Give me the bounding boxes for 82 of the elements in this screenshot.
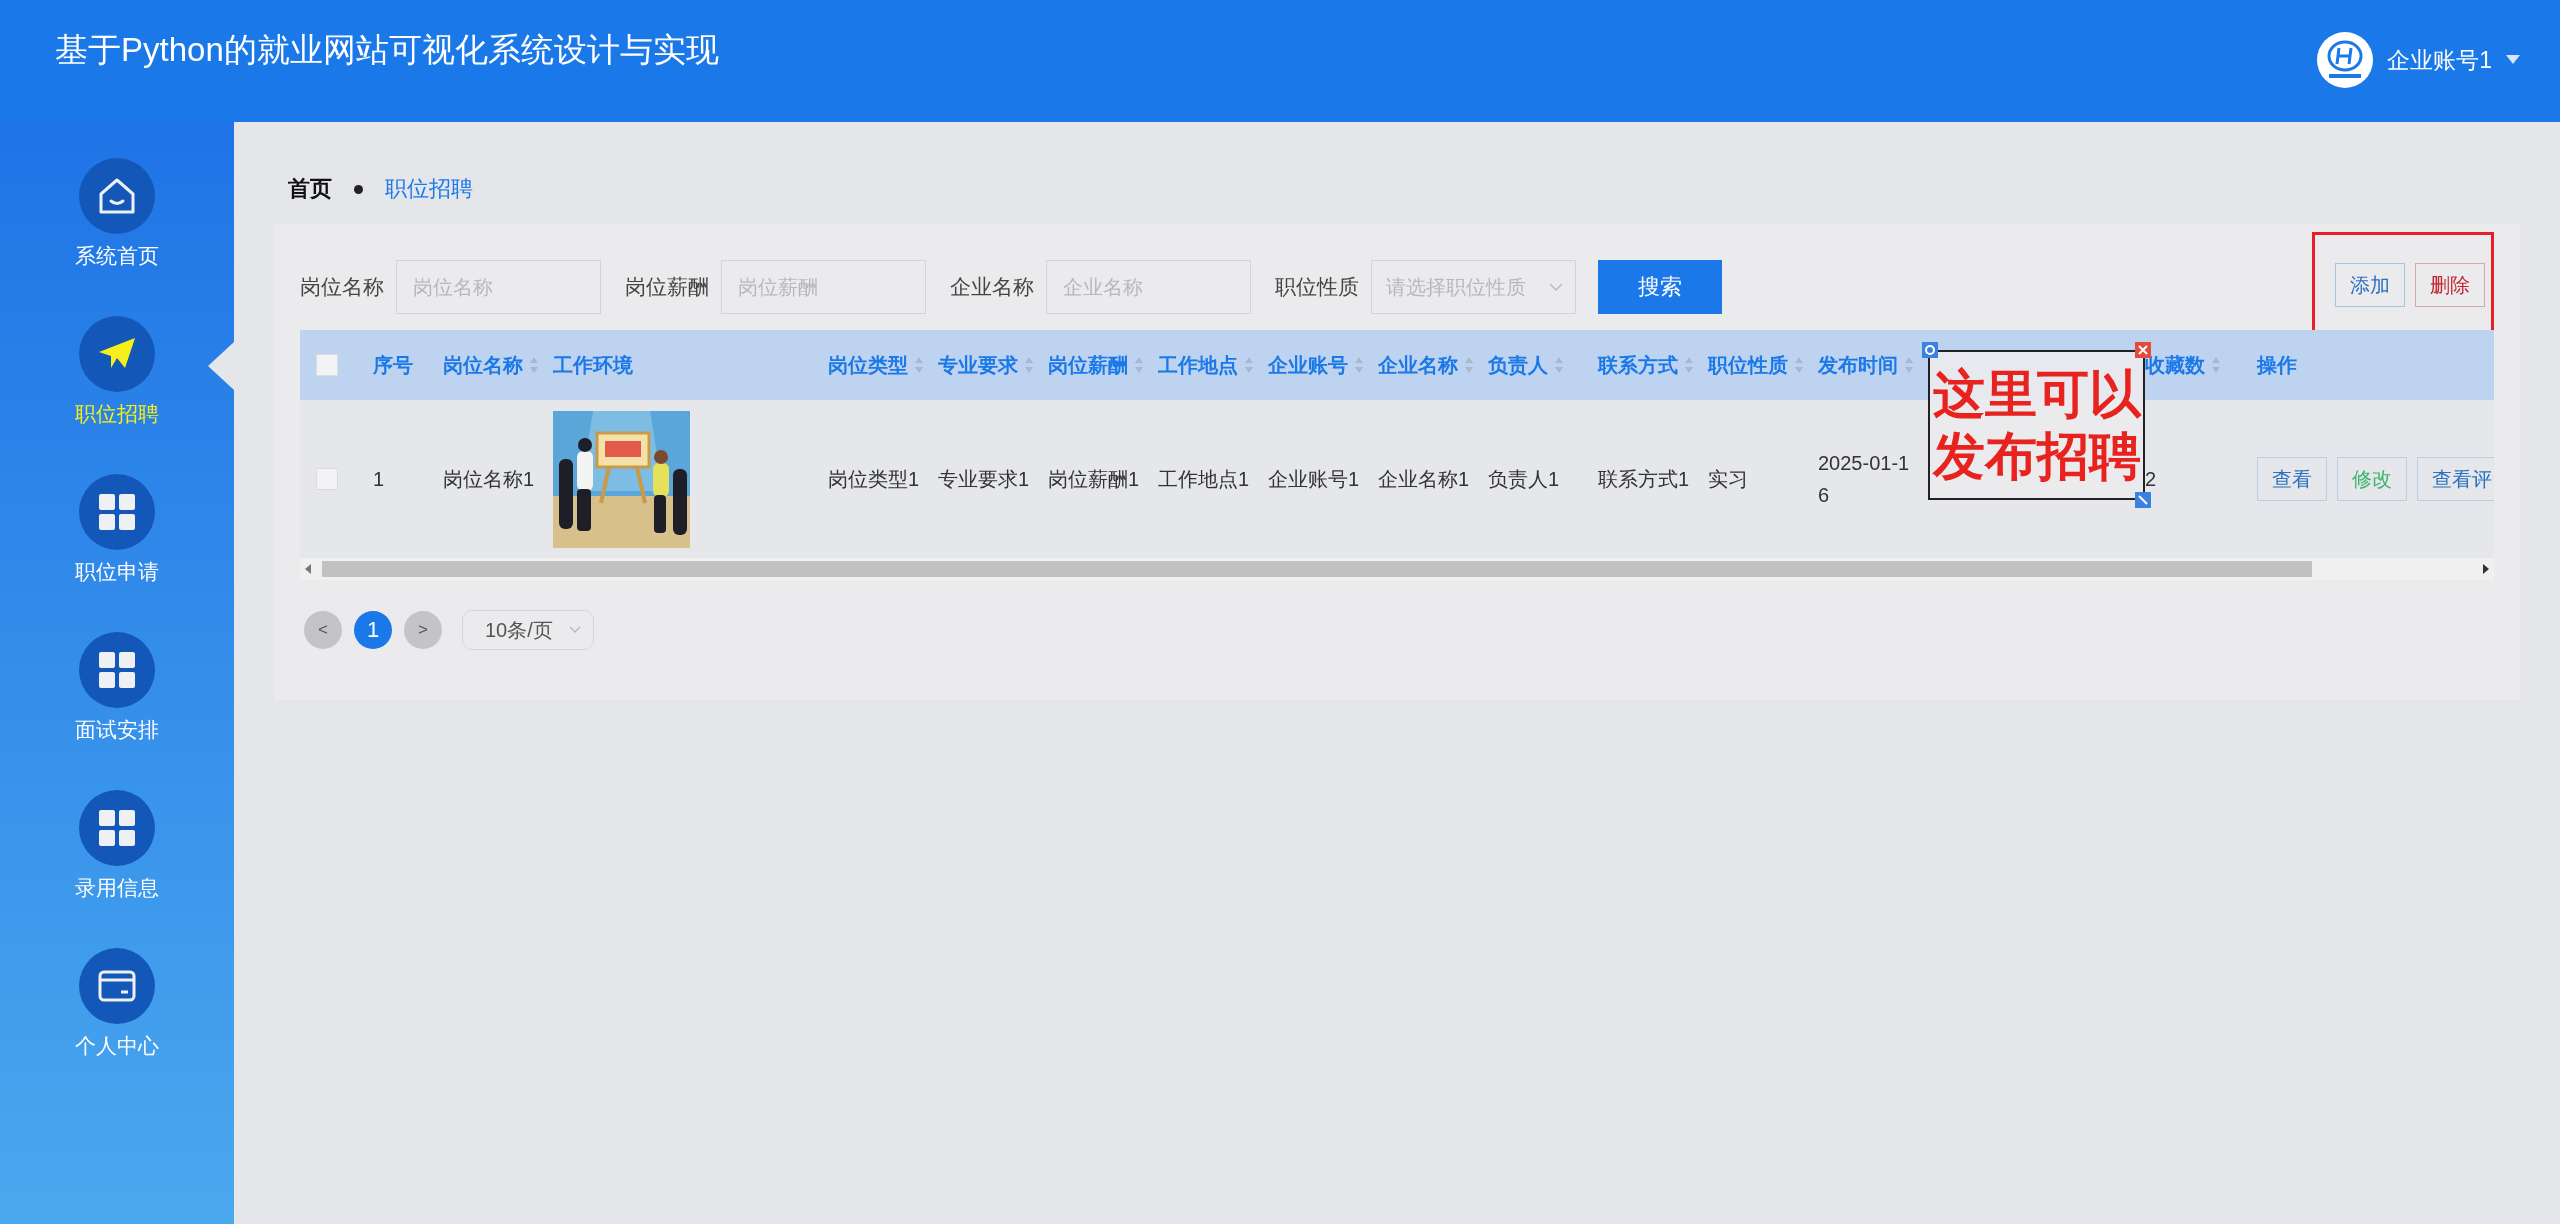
column-header[interactable]: 操作	[2257, 351, 2494, 379]
table-cell-text: 工作地点1	[1158, 467, 1251, 492]
system-title: 基于Python的就业网站可视化系统设计与实现	[55, 30, 719, 70]
page-size-select[interactable]: 10条/页	[462, 610, 594, 650]
column-header[interactable]: 序号	[373, 351, 443, 379]
table-cell-text: 2	[2145, 467, 2158, 492]
table-cell-text: 实习	[1708, 467, 1749, 492]
field-label: 企业名称	[950, 274, 1034, 300]
view-button[interactable]: 查看	[2257, 457, 2327, 501]
page-button[interactable]: 1	[354, 611, 392, 649]
chevron-icon	[1549, 282, 1563, 292]
table-cell-text: 联系方式1	[1598, 467, 1691, 492]
user-name[interactable]: 企业账号1	[2387, 44, 2492, 76]
table-cell-text: 负责人1	[1488, 467, 1561, 492]
column-header[interactable]: 岗位类型	[828, 351, 938, 379]
search-button[interactable]: 搜索	[1598, 260, 1722, 314]
checkbox[interactable]	[316, 354, 338, 376]
column-header[interactable]: 收藏数	[2145, 351, 2257, 379]
column-header[interactable]: 专业要求	[938, 351, 1048, 379]
sidebar-item[interactable]: 录用信息	[0, 790, 234, 902]
table-cell-text: 专业要求1	[938, 467, 1031, 492]
sort-icon[interactable]	[2211, 356, 2221, 374]
view-button[interactable]: 查看评	[2417, 457, 2494, 501]
grid-icon	[97, 808, 137, 848]
sidebar-item[interactable]: 职位招聘	[0, 316, 234, 428]
sort-icon[interactable]	[1794, 356, 1804, 374]
sort-icon[interactable]	[914, 356, 924, 374]
avatar-icon[interactable]	[2317, 32, 2374, 88]
selection-pointer	[208, 342, 234, 390]
field-label: 职位性质	[1275, 274, 1359, 300]
sidebar-item[interactable]: 职位申请	[0, 474, 234, 586]
table-cell-text: 企业账号1	[1268, 467, 1361, 492]
field-label: 岗位薪酬	[625, 274, 709, 300]
table-cell-text: 1	[373, 467, 386, 492]
next-page-button[interactable]: >	[404, 611, 442, 649]
sort-icon[interactable]	[1354, 356, 1364, 374]
column-header[interactable]: 工作环境	[553, 351, 828, 379]
column-header[interactable]: 岗位薪酬	[1048, 351, 1158, 379]
resize-handle-icon[interactable]	[2135, 492, 2151, 508]
table-cell-text: 企业名称1	[1378, 467, 1471, 492]
separator-dot	[354, 184, 363, 194]
add-button[interactable]: 添加	[2335, 263, 2405, 307]
sort-icon[interactable]	[1464, 356, 1474, 374]
sidebar-item[interactable]: 个人中心	[0, 948, 234, 1060]
scroll-left-icon[interactable]	[304, 564, 312, 574]
column-header[interactable]: 企业账号	[1268, 351, 1378, 379]
breadcrumb-item[interactable]: 职位招聘	[385, 174, 473, 204]
column-header[interactable]: 发布时间	[1818, 351, 1925, 379]
sort-icon[interactable]	[1684, 356, 1694, 374]
sidebar-item[interactable]: 面试安排	[0, 632, 234, 744]
sort-icon[interactable]	[1024, 356, 1034, 374]
sort-icon[interactable]	[1134, 356, 1144, 374]
breadcrumb-item[interactable]: 首页	[288, 174, 332, 204]
caret-icon[interactable]	[2506, 55, 2520, 65]
grid-icon	[97, 650, 137, 690]
column-header[interactable]: 企业名称	[1378, 351, 1488, 379]
table-cell-text: 岗位名称1	[443, 467, 536, 492]
table-cell-text: 岗位薪酬1	[1048, 467, 1141, 492]
grid-icon	[97, 492, 137, 532]
scroll-right-icon[interactable]	[2482, 564, 2490, 574]
edit-button[interactable]: 修改	[2337, 457, 2407, 501]
sort-icon[interactable]	[529, 356, 539, 374]
sort-icon[interactable]	[1554, 356, 1564, 374]
table-cell-text: 岗位类型1	[828, 467, 921, 492]
field-label: 岗位名称	[300, 274, 384, 300]
table-cell-text: 2025-01-16	[1818, 451, 1911, 508]
column-header[interactable]: 负责人	[1488, 351, 1598, 379]
annotation-text: 这里可以	[1932, 364, 2141, 425]
chevron-icon	[568, 626, 581, 634]
column-header[interactable]: 职位性质	[1708, 351, 1818, 379]
column-header[interactable]: 联系方式	[1598, 351, 1708, 379]
annotation-text: 发布招聘	[1932, 426, 2141, 487]
column-header[interactable]: 岗位名称	[443, 351, 553, 379]
horizontal-scrollbar[interactable]	[300, 558, 2494, 580]
sidebar-item[interactable]: 系统首页	[0, 158, 234, 270]
column-header[interactable]: 工作地点	[1158, 351, 1268, 379]
sort-icon[interactable]	[1904, 356, 1914, 374]
previous-page-button[interactable]: <	[304, 611, 342, 649]
delete-button[interactable]: 删除	[2415, 263, 2485, 307]
rotate-handle-icon[interactable]	[1922, 342, 1938, 358]
close-icon[interactable]	[2135, 342, 2151, 358]
sort-icon[interactable]	[1244, 356, 1254, 374]
